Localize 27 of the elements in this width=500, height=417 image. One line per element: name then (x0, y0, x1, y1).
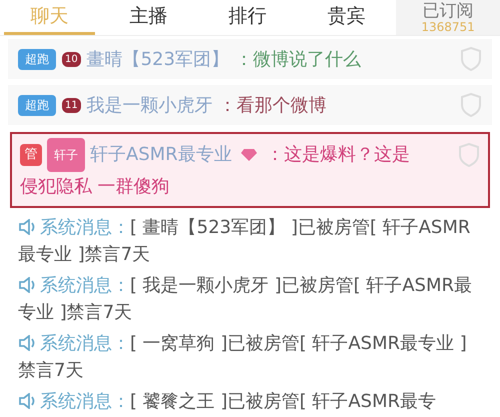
user-name[interactable]: 畫晴【523军团】 (86, 47, 230, 71)
subscribe-button[interactable]: 已订阅 1368751 (396, 0, 500, 35)
level-badge: 10 (62, 52, 81, 66)
message-text: ：看那个微博 (218, 94, 328, 117)
tab[interactable]: 主播 (103, 0, 194, 35)
user-name[interactable]: 我是一颗小虎牙 (86, 93, 213, 117)
system-message: 系统消息：[ 我是一颗小虎牙 ]已被房管[ 轩子ASMR最专业 ]禁言7天 (18, 274, 474, 325)
tab[interactable]: 排行 (202, 0, 294, 35)
system-message: 系统消息：[ 一窝草狗 ]已被房管[ 轩子ASMR最专业 ]禁言7天 (18, 332, 468, 383)
vip-badge: 超跑 (18, 94, 56, 116)
shield-icon (458, 143, 480, 167)
moderator-badge: 管 (20, 144, 42, 166)
shield-icon (460, 47, 482, 71)
level-badge: 11 (62, 98, 81, 112)
system-message: 系统消息：[ 畫晴【523军团】 ]已被房管[ 轩子ASMR最专业 ]禁言7天 (18, 216, 472, 267)
message-text: ：微博说了什么 (235, 48, 362, 71)
diamond-icon (240, 148, 258, 162)
subscriber-count: 1368751 (421, 20, 475, 34)
subscribe-label: 已订阅 (422, 2, 474, 20)
user-name[interactable]: 轩子ASMR最专业 (90, 140, 232, 170)
tab[interactable]: 贵宾 (301, 0, 392, 35)
message-text: 侵犯隐私 一群傻狗 (20, 176, 170, 197)
shield-icon (460, 93, 482, 117)
vip-badge: 超跑 (18, 48, 56, 70)
fan-badge: 轩子 (47, 138, 85, 172)
system-message: 系统消息：[ 饕餮之王 ]已被房管[ 轩子ASMR最专 (18, 388, 482, 415)
message-text: ：这是爆料？这是 (266, 143, 410, 167)
